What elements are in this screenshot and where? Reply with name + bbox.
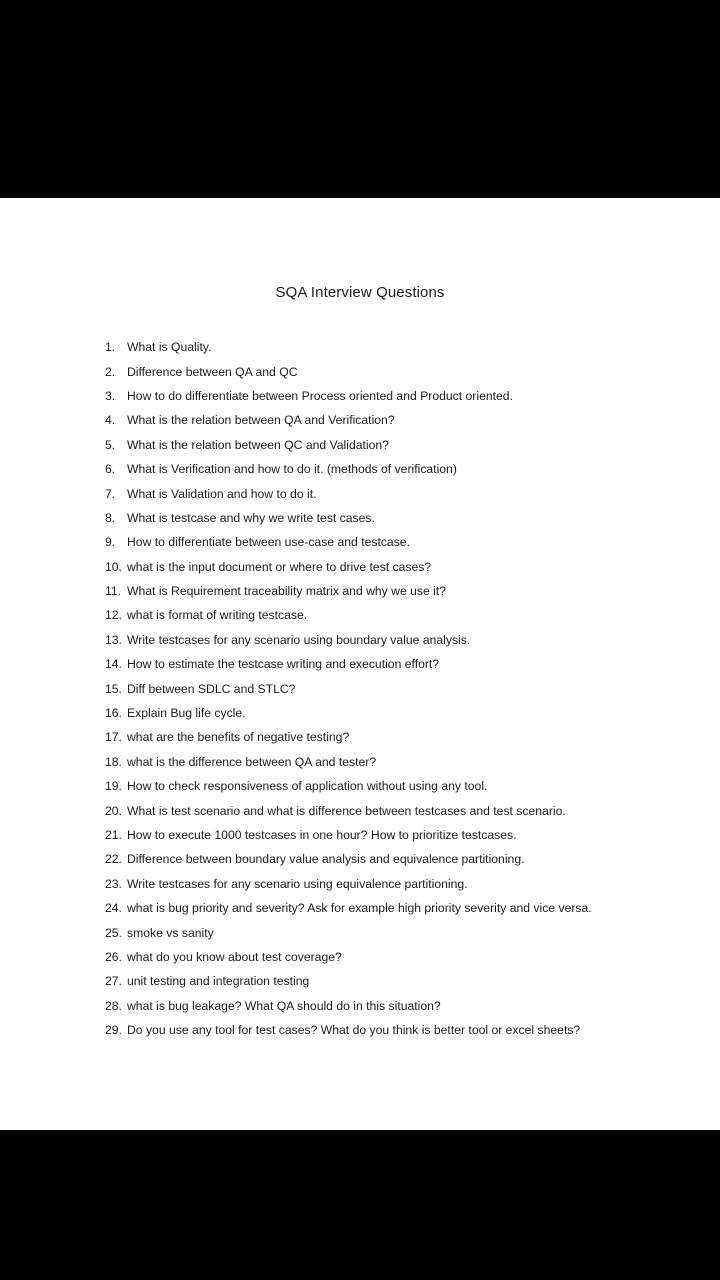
list-item: 26. what do you know about test coverage? bbox=[105, 945, 700, 969]
question-number: 9. bbox=[105, 535, 116, 550]
question-number: 22. bbox=[105, 852, 122, 867]
question-number: 29. bbox=[105, 1023, 122, 1038]
list-item: 22. Difference between boundary value ana… bbox=[105, 847, 700, 871]
question-number: 21. bbox=[105, 828, 122, 842]
list-item: 5. What is the relation between QC and Va… bbox=[105, 433, 700, 457]
question-number: 15. bbox=[105, 681, 122, 696]
question-number: 19. bbox=[105, 779, 122, 794]
question-text: How to estimate the testcase writing and… bbox=[127, 657, 440, 672]
question-text: Do you use any tool for test cases? What… bbox=[127, 1023, 581, 1038]
question-text: How to check responsiveness of applicati… bbox=[127, 779, 488, 794]
document-page: SQA Interview Questions 1. What is Qualit… bbox=[0, 198, 720, 1130]
list-item: 1. What is Quality. bbox=[105, 335, 700, 359]
question-text: What is Verification and how to do it. (… bbox=[127, 462, 457, 477]
question-number: 12. bbox=[105, 608, 122, 623]
question-text: Explain Bug life cycle. bbox=[127, 706, 246, 721]
question-number: 24. bbox=[105, 901, 122, 916]
list-item: 20. What is test scenario and what is dif… bbox=[105, 798, 700, 822]
question-number: 5. bbox=[105, 437, 116, 452]
list-item: 3. How to do differentiate between Proces… bbox=[105, 384, 700, 408]
question-number: 20. bbox=[105, 803, 122, 818]
question-text: what is bug leakage? What QA should do i… bbox=[127, 998, 441, 1013]
list-item: 24. what is bug priority and severity? As… bbox=[105, 896, 700, 920]
question-text: What is the relation between QC and Vali… bbox=[127, 437, 389, 452]
list-item: 13. Write testcases for any scenario usin… bbox=[105, 628, 700, 652]
question-number: 28. bbox=[105, 998, 122, 1013]
list-item: 28. what is bug leakage? What QA should d… bbox=[105, 994, 700, 1018]
question-text: Write testcases for any scenario using e… bbox=[127, 876, 468, 891]
list-item: 12. what is format of writing testcase. bbox=[105, 603, 700, 627]
list-item: 6. What is Verification and how to do it.… bbox=[105, 457, 700, 481]
list-item: 10. what is the input document or where t… bbox=[105, 555, 700, 579]
question-text: what is format of writing testcase. bbox=[127, 608, 308, 623]
question-text: How to do differentiate between Process … bbox=[127, 388, 513, 403]
question-number: 16. bbox=[105, 706, 122, 721]
list-item: 27. unit testing and integration testing bbox=[105, 969, 700, 993]
question-text: What is test scenario and what is differ… bbox=[127, 803, 566, 818]
question-number: 1. bbox=[105, 340, 116, 355]
list-item: 16. Explain Bug life cycle. bbox=[105, 701, 700, 725]
list-item: 23. Write testcases for any scenario usin… bbox=[105, 872, 700, 896]
question-text: Difference between boundary value analys… bbox=[127, 852, 525, 867]
question-number: 7. bbox=[105, 486, 116, 501]
question-text: what do you know about test coverage? bbox=[127, 949, 342, 964]
question-number: 26. bbox=[105, 949, 122, 964]
list-item: 2. Difference between QA and QC bbox=[105, 359, 700, 383]
question-text: what are the benefits of negative testin… bbox=[127, 730, 350, 745]
question-number: 18. bbox=[105, 754, 122, 769]
list-item: 19. How to check responsiveness of applic… bbox=[105, 774, 700, 798]
question-number: 4. bbox=[105, 413, 116, 428]
document-title: SQA Interview Questions bbox=[275, 284, 445, 301]
question-number: 11. bbox=[105, 584, 122, 599]
list-item: 15. Diff between SDLC and STLC? bbox=[105, 676, 700, 700]
list-item: 18. what is the difference between QA and… bbox=[105, 750, 700, 774]
question-number: 3. bbox=[105, 388, 116, 403]
top-black-bar bbox=[0, 0, 720, 198]
question-text: What is Requirement traceability matrix … bbox=[127, 584, 447, 599]
question-text: What is testcase and why we write test c… bbox=[127, 510, 375, 525]
list-item: 4. What is the relation between QA and Ve… bbox=[105, 408, 700, 432]
question-number: 8. bbox=[105, 510, 116, 525]
question-text: what is bug priority and severity? Ask f… bbox=[127, 901, 592, 916]
list-item: 17. what are the benefits of negative tes… bbox=[105, 725, 700, 749]
list-item: 9. How to differentiate between use-case … bbox=[105, 530, 700, 554]
question-text: How to differentiate between use-case an… bbox=[127, 535, 410, 550]
question-number: 6. bbox=[105, 462, 116, 477]
question-number: 14. bbox=[105, 657, 122, 672]
question-text: Diff between SDLC and STLC? bbox=[127, 681, 296, 696]
question-text: smoke vs sanity bbox=[127, 925, 214, 940]
question-text: what is the difference between QA and te… bbox=[127, 754, 377, 769]
question-text: what is the input document or where to d… bbox=[127, 559, 432, 574]
question-text: What is Validation and how to do it. bbox=[127, 486, 317, 501]
question-number: 10. bbox=[105, 559, 122, 574]
question-number: 17. bbox=[105, 730, 122, 745]
list-item: 14. How to estimate the testcase writing … bbox=[105, 652, 700, 676]
question-text: Write testcases for any scenario using b… bbox=[127, 632, 471, 647]
question-text: How to execute 1000 testcases in one hou… bbox=[127, 828, 517, 842]
question-number: 13. bbox=[105, 632, 122, 647]
question-number: 25. bbox=[105, 925, 122, 940]
bottom-black-bar bbox=[0, 1130, 720, 1280]
question-number: 2. bbox=[105, 364, 116, 379]
question-number: 23. bbox=[105, 876, 122, 891]
question-text: unit testing and integration testing bbox=[127, 974, 310, 989]
question-list: 1. What is Quality. 2. Difference between Q… bbox=[105, 335, 700, 1042]
list-item: 7. What is Validation and how to do it. bbox=[105, 481, 700, 505]
list-item: 11. What is Requirement traceability matr… bbox=[105, 579, 700, 603]
list-item: 21. How to execute 1000 testcases in one … bbox=[105, 823, 700, 847]
list-item: 8. What is testcase and why we write test… bbox=[105, 506, 700, 530]
list-item: 29. Do you use any tool for test cases? W… bbox=[105, 1018, 700, 1042]
question-text: What is Quality. bbox=[127, 340, 212, 355]
question-text: Difference between QA and QC bbox=[127, 364, 298, 379]
question-number: 27. bbox=[105, 974, 122, 989]
list-item: 25. smoke vs sanity bbox=[105, 920, 700, 944]
question-text: What is the relation between QA and Veri… bbox=[127, 413, 395, 428]
